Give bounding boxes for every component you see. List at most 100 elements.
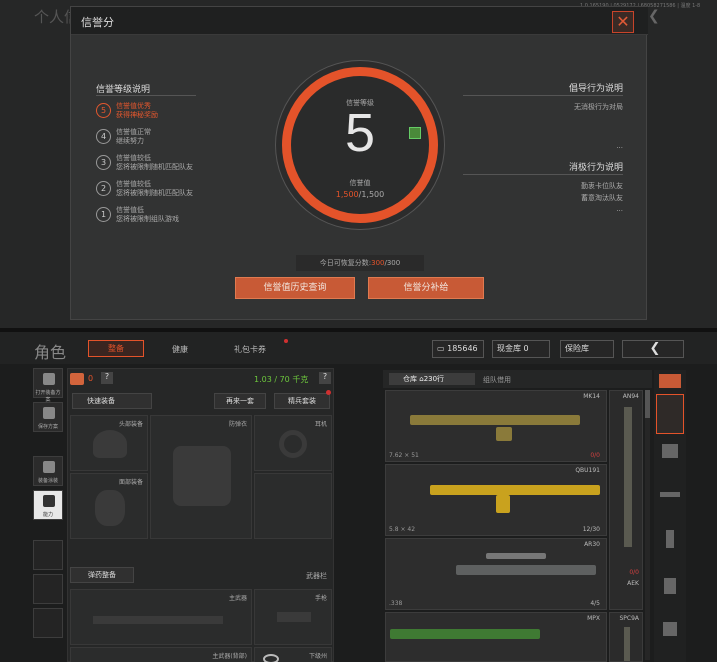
- money-display: ▭ 185646: [432, 340, 484, 358]
- warehouse-tabs: 仓库 ⌂230行 组队借用: [383, 370, 652, 388]
- melee-slot[interactable]: 下级州: [254, 647, 332, 662]
- tab-gear[interactable]: 整备: [88, 340, 144, 357]
- money-icon: ▭: [437, 344, 448, 353]
- tab-health[interactable]: 健康: [172, 344, 188, 355]
- back-weapon-slot[interactable]: 主武器(背部): [70, 647, 252, 662]
- help-icon[interactable]: ?: [319, 372, 331, 384]
- elite-set-button[interactable]: 精兵套装: [274, 393, 330, 409]
- level-item-2: 2 信誉值较低 您将被限制随机匹配队友: [96, 179, 256, 199]
- level-number: 3: [96, 155, 111, 170]
- level-number: 1: [96, 207, 111, 222]
- modal-title: 信誉分: [81, 16, 114, 29]
- score-supplement-button[interactable]: 信誉分补给: [368, 277, 484, 299]
- head-slot[interactable]: 头部装备: [70, 415, 148, 471]
- category-rifle-icon[interactable]: [660, 492, 680, 497]
- close-icon: ✕: [616, 12, 630, 31]
- loadout-screen: 角色 整备 健康 礼包卡券 ▭ 185646 现金库 0 保险库 ❮ 打开装备方…: [0, 332, 717, 662]
- open-loadout-button[interactable]: 打开装备方案: [33, 368, 63, 403]
- empty-gear-slot[interactable]: [254, 473, 332, 539]
- cash-vault-button[interactable]: 现金库 0: [492, 340, 550, 358]
- level-item-3: 3 信誉值较低 您将被限制随机匹配队友: [96, 153, 256, 173]
- item-ar30[interactable]: AR30 .338 4/5: [385, 538, 607, 610]
- pistol-slot[interactable]: 手枪: [254, 589, 332, 645]
- close-button[interactable]: ✕: [612, 11, 634, 33]
- helmet-icon: [93, 430, 127, 458]
- ability-icon: [43, 495, 55, 507]
- category-attachment-icon[interactable]: [664, 578, 676, 594]
- level-number: 5: [96, 103, 111, 118]
- notification-dot: [284, 339, 288, 343]
- left-toolbar: 打开装备方案 保存方案 装备涂装 能力: [33, 368, 63, 638]
- rifle-icon: [430, 485, 600, 495]
- credit-score-modal: 信誉分 ✕ 信誉等级说明 5 信誉值优秀 获得神秘奖励 4 信誉值正常 继续努力…: [70, 6, 648, 320]
- credit-value: 1,500/1,500: [335, 190, 385, 199]
- category-all-icon[interactable]: [656, 394, 684, 434]
- headset-slot[interactable]: 耳机: [254, 415, 332, 471]
- badge-icon[interactable]: [409, 127, 421, 139]
- armor-icon: [173, 446, 231, 506]
- help-icon[interactable]: ?: [101, 372, 113, 384]
- category-bar: [654, 370, 686, 662]
- tab-warehouse[interactable]: 仓库 ⌂230行: [389, 373, 475, 385]
- more-text: ...: [616, 205, 623, 213]
- quick-equip-button[interactable]: 快速装备: [72, 393, 152, 409]
- level-item-4: 4 信誉值正常 继续努力: [96, 127, 256, 147]
- category-ammo-icon[interactable]: [666, 530, 674, 548]
- item-mk14[interactable]: MK14 7.62 × 51 0/0: [385, 390, 607, 462]
- weight-display: 1.03 / 70 千克: [254, 375, 309, 384]
- magazine-icon: [496, 495, 510, 513]
- negative-title: 消极行为说明: [568, 163, 623, 173]
- advocated-line: 无消极行为对局: [574, 103, 623, 111]
- restore-score-info: 今日可恢复分数:300/300: [296, 255, 424, 271]
- ammo-equip-button[interactable]: 弹药整备: [70, 567, 134, 583]
- empty-slot: [33, 608, 63, 638]
- scrollbar[interactable]: [645, 390, 650, 660]
- level-item-1: 1 信誉值低 您将被限制组队游戏: [96, 205, 256, 225]
- advocated-title: 倡导行为说明: [568, 84, 623, 94]
- pistol-icon: [277, 612, 311, 622]
- category-gear-icon[interactable]: [662, 444, 678, 458]
- rifle-icon: [410, 415, 580, 425]
- sniper-icon: [456, 565, 596, 575]
- level-desc: 您将被限制随机匹配队友: [116, 189, 193, 197]
- tab-gift-cards[interactable]: 礼包卡券: [234, 344, 266, 355]
- background-back-icon: ❮: [648, 8, 660, 24]
- item-an94[interactable]: AN94 0/0 AEK: [609, 390, 643, 610]
- level-description-title: 信誉等级说明: [96, 85, 151, 95]
- level-desc: 您将被限制随机匹配队友: [116, 163, 193, 171]
- bag-count: 0: [88, 374, 94, 383]
- primary-weapon-slot[interactable]: 主武器: [70, 589, 252, 645]
- back-button[interactable]: ❮: [622, 340, 684, 358]
- credit-level-ring: 信誉等级 5 信誉值 1,500/1,500: [282, 67, 438, 223]
- armor-slot[interactable]: 防弹衣: [150, 415, 252, 539]
- safe-vault-button[interactable]: 保险库: [560, 340, 614, 358]
- sort-icon[interactable]: [659, 374, 681, 388]
- negative-behavior-info: 消极行为说明 勤衷卡位队友 蓄意淘汰队友 ...: [463, 160, 623, 213]
- level-desc: 您将被限制组队游戏: [116, 215, 179, 223]
- category-misc-icon[interactable]: [663, 622, 677, 636]
- credit-value-label: 信誉值: [349, 179, 371, 187]
- advocated-behavior-info: 倡导行为说明 无消极行为对局 ...: [463, 81, 623, 150]
- level-item-5: 5 信誉值优秀 获得神秘奖励: [96, 101, 256, 121]
- scrollbar-thumb[interactable]: [645, 390, 650, 418]
- top-bar: 角色 整备 健康 礼包卡券 ▭ 185646 现金库 0 保险库 ❮: [0, 332, 717, 364]
- face-slot[interactable]: 面部装备: [70, 473, 148, 539]
- tab-team-borrow[interactable]: 组队借用: [483, 375, 511, 385]
- save-loadout-button[interactable]: 保存方案: [33, 402, 63, 432]
- again-button[interactable]: 再来一套: [214, 393, 266, 409]
- item-spc9a[interactable]: SPC9A: [609, 612, 643, 662]
- item-qbu191[interactable]: QBU191 5.8 × 42 12/30: [385, 464, 607, 536]
- history-query-button[interactable]: 信誉值历史查询: [235, 277, 355, 299]
- karambit-icon: [263, 654, 279, 662]
- item-mpx[interactable]: MPX: [385, 612, 607, 662]
- negative-line-2: 蓄意淘汰队友: [581, 194, 623, 202]
- ability-button[interactable]: 能力: [33, 490, 63, 520]
- smg-icon: [624, 627, 630, 661]
- vest-icon: [43, 373, 55, 385]
- notification-dot: [326, 390, 331, 395]
- more-text: ...: [616, 142, 623, 150]
- rifle-icon: [93, 616, 223, 624]
- skin-button[interactable]: 装备涂装: [33, 456, 63, 486]
- headset-icon: [279, 430, 307, 458]
- credit-score-screen: 个人信 1.0.165190 | 0529172 | 68058271586 |…: [0, 0, 717, 328]
